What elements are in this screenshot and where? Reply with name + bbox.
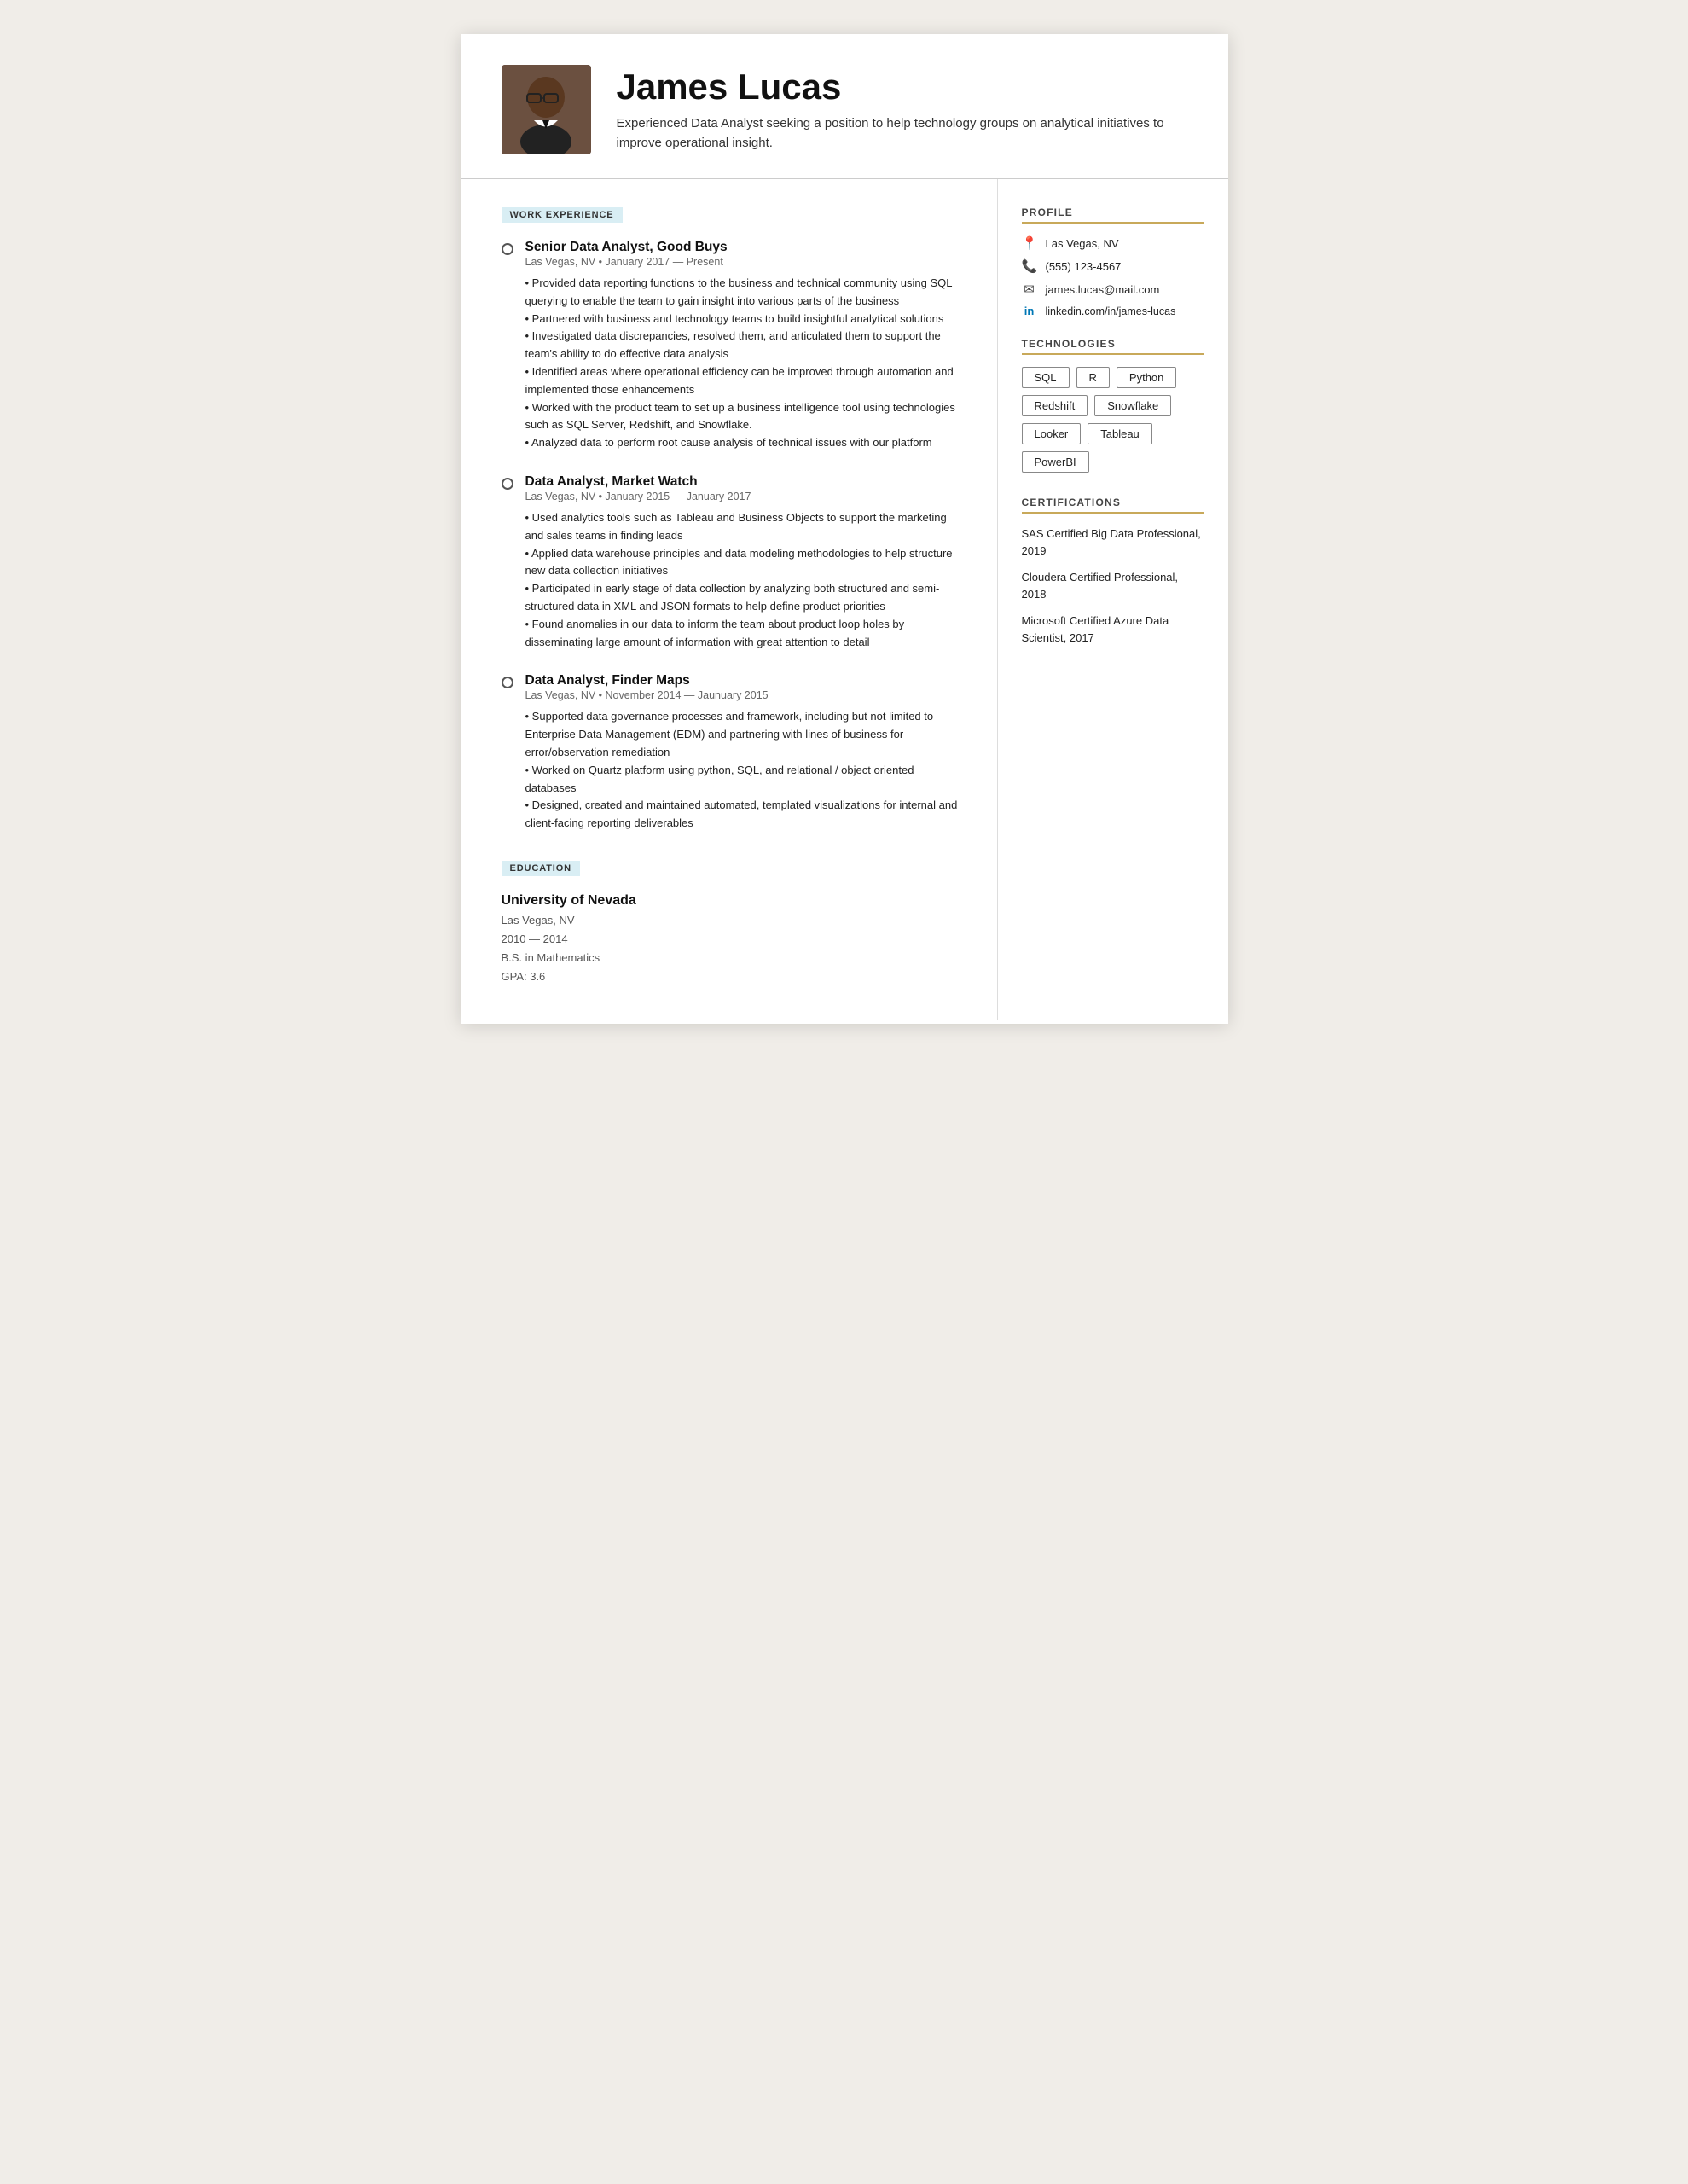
- work-experience-label: WORK EXPERIENCE: [502, 207, 623, 223]
- cert-1: SAS Certified Big Data Professional, 201…: [1022, 526, 1204, 559]
- header-section: James Lucas Experienced Data Analyst see…: [461, 34, 1228, 179]
- job-meta-1: Las Vegas, NV • January 2017 — Present: [525, 256, 963, 268]
- edu-location: Las Vegas, NV: [502, 911, 963, 930]
- profile-phone-text: (555) 123-4567: [1046, 260, 1122, 273]
- right-column: PROFILE 📍 Las Vegas, NV 📞 (555) 123-4567…: [998, 179, 1228, 1020]
- avatar: [502, 65, 591, 154]
- job-bullets-1: • Provided data reporting functions to t…: [525, 275, 963, 452]
- tech-tableau: Tableau: [1088, 423, 1152, 444]
- candidate-subtitle: Experienced Data Analyst seeking a posit…: [617, 114, 1187, 153]
- tech-sql: SQL: [1022, 367, 1070, 388]
- job-bullet-3: [502, 677, 513, 688]
- job-title-2: Data Analyst, Market Watch: [525, 474, 963, 490]
- technologies-label: TECHNOLOGIES: [1022, 338, 1204, 355]
- header-text: James Lucas Experienced Data Analyst see…: [617, 67, 1187, 153]
- certifications-label: CERTIFICATIONS: [1022, 497, 1204, 514]
- job-entry-3: Data Analyst, Finder Maps Las Vegas, NV …: [502, 673, 963, 833]
- job-title-3: Data Analyst, Finder Maps: [525, 673, 963, 688]
- resume: James Lucas Experienced Data Analyst see…: [461, 34, 1228, 1024]
- tech-powerbi: PowerBI: [1022, 451, 1089, 473]
- job-content-3: Data Analyst, Finder Maps Las Vegas, NV …: [525, 673, 963, 833]
- tech-looker: Looker: [1022, 423, 1082, 444]
- edu-degree: B.S. in Mathematics: [502, 949, 963, 967]
- job-entry-1: Senior Data Analyst, Good Buys Las Vegas…: [502, 240, 963, 452]
- job-entry-2: Data Analyst, Market Watch Las Vegas, NV…: [502, 474, 963, 651]
- tech-redshift: Redshift: [1022, 395, 1088, 416]
- phone-icon: 📞: [1022, 258, 1037, 274]
- education-section: EDUCATION University of Nevada Las Vegas…: [502, 860, 963, 986]
- linkedin-icon: in: [1022, 305, 1037, 317]
- tech-r: R: [1076, 367, 1110, 388]
- job-bullet-2: [502, 478, 513, 490]
- certifications-section: CERTIFICATIONS SAS Certified Big Data Pr…: [1022, 497, 1204, 646]
- profile-section: PROFILE 📍 Las Vegas, NV 📞 (555) 123-4567…: [1022, 206, 1204, 317]
- tech-snowflake: Snowflake: [1094, 395, 1171, 416]
- profile-email-text: james.lucas@mail.com: [1046, 283, 1160, 296]
- cert-2: Cloudera Certified Professional, 2018: [1022, 569, 1204, 602]
- edu-gpa: GPA: 3.6: [502, 967, 963, 986]
- job-meta-3: Las Vegas, NV • November 2014 — Jaunuary…: [525, 689, 963, 701]
- tech-python: Python: [1117, 367, 1176, 388]
- left-column: WORK EXPERIENCE Senior Data Analyst, Goo…: [461, 179, 998, 1020]
- candidate-name: James Lucas: [617, 67, 1187, 107]
- profile-label: PROFILE: [1022, 206, 1204, 224]
- job-content-2: Data Analyst, Market Watch Las Vegas, NV…: [525, 474, 963, 651]
- job-meta-2: Las Vegas, NV • January 2015 — January 2…: [525, 491, 963, 502]
- profile-linkedin-text: linkedin.com/in/james-lucas: [1046, 305, 1176, 317]
- email-icon: ✉: [1022, 282, 1037, 297]
- edu-school: University of Nevada: [502, 893, 963, 909]
- job-bullets-3: • Supported data governance processes an…: [525, 708, 963, 833]
- education-label: EDUCATION: [502, 861, 581, 876]
- profile-location-text: Las Vegas, NV: [1046, 237, 1119, 250]
- cert-3: Microsoft Certified Azure Data Scientist…: [1022, 613, 1204, 646]
- technologies-section: TECHNOLOGIES SQL R Python Redshift Snowf…: [1022, 338, 1204, 473]
- profile-phone: 📞 (555) 123-4567: [1022, 258, 1204, 274]
- job-bullet-1: [502, 243, 513, 255]
- job-title-1: Senior Data Analyst, Good Buys: [525, 240, 963, 255]
- job-bullets-2: • Used analytics tools such as Tableau a…: [525, 509, 963, 651]
- tech-grid: SQL R Python Redshift Snowflake Looker T…: [1022, 367, 1204, 473]
- profile-email: ✉ james.lucas@mail.com: [1022, 282, 1204, 297]
- work-experience-section: WORK EXPERIENCE Senior Data Analyst, Goo…: [502, 206, 963, 833]
- profile-location: 📍 Las Vegas, NV: [1022, 235, 1204, 251]
- job-content-1: Senior Data Analyst, Good Buys Las Vegas…: [525, 240, 963, 452]
- main-content: WORK EXPERIENCE Senior Data Analyst, Goo…: [461, 179, 1228, 1020]
- edu-years: 2010 — 2014: [502, 930, 963, 949]
- location-icon: 📍: [1022, 235, 1037, 251]
- profile-linkedin: in linkedin.com/in/james-lucas: [1022, 305, 1204, 317]
